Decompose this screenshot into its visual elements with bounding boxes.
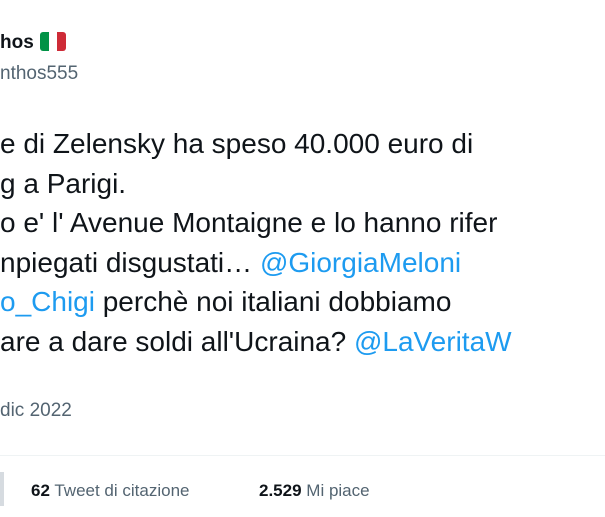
tweet-text-segment: npiegati disgustati… (0, 246, 260, 278)
tweet-text-segment: are a dare soldi all'Ucraina? (0, 325, 354, 357)
tweet-text-segment: e di Zelensky ha speso 40.000 euro di (0, 128, 474, 159)
mention-link[interactable]: @LaVeritaW (354, 326, 512, 357)
quote-tweets-stat[interactable]: 62 Tweet di citazione (31, 477, 189, 505)
quote-tweets-count: 62 (31, 481, 50, 500)
likes-stat[interactable]: 2.529 Mi piace (259, 477, 370, 505)
tweet-text-segment: o e' l' Avenue Montaigne e lo hanno rife… (0, 207, 498, 238)
divider (0, 455, 605, 456)
author-handle[interactable]: nthos555 (0, 61, 78, 87)
quote-tweets-label: Tweet di citazione (54, 481, 190, 500)
likes-count: 2.529 (259, 481, 302, 500)
retweets-stat-edge (0, 472, 4, 506)
mention-link[interactable]: o_Chigi (0, 286, 95, 317)
tweet-text-line: e di Zelensky ha speso 40.000 euro di (0, 124, 605, 164)
author-name[interactable]: hos (0, 30, 66, 56)
italy-flag-icon (39, 32, 66, 51)
mention-link[interactable]: @GiorgiaMeloni (260, 247, 461, 278)
tweet-text-segment: perchè noi italiani dobbiamo (94, 286, 452, 317)
tweet-text-line: o e' l' Avenue Montaigne e lo hanno rife… (0, 203, 605, 243)
likes-label: Mi piace (306, 481, 370, 500)
tweet-text: e di Zelensky ha speso 40.000 euro di g a… (0, 124, 605, 361)
tweet-text-line: are a dare soldi all'Ucraina? @LaVeritaW (0, 322, 605, 362)
tweet-text-line: g a Parigi. (0, 164, 605, 204)
tweet-text-line: o_Chigi perchè noi italiani dobbiamo (0, 282, 605, 322)
tweet-detail: hos nthos555 e di Zelensky ha speso 40.0… (0, 0, 605, 517)
author-name-text: hos (0, 32, 34, 53)
tweet-text-line: npiegati disgustati… @GiorgiaMeloni (0, 243, 605, 283)
tweet-text-segment: g a Parigi. (0, 167, 127, 199)
tweet-timestamp[interactable]: dic 2022 (0, 397, 72, 425)
